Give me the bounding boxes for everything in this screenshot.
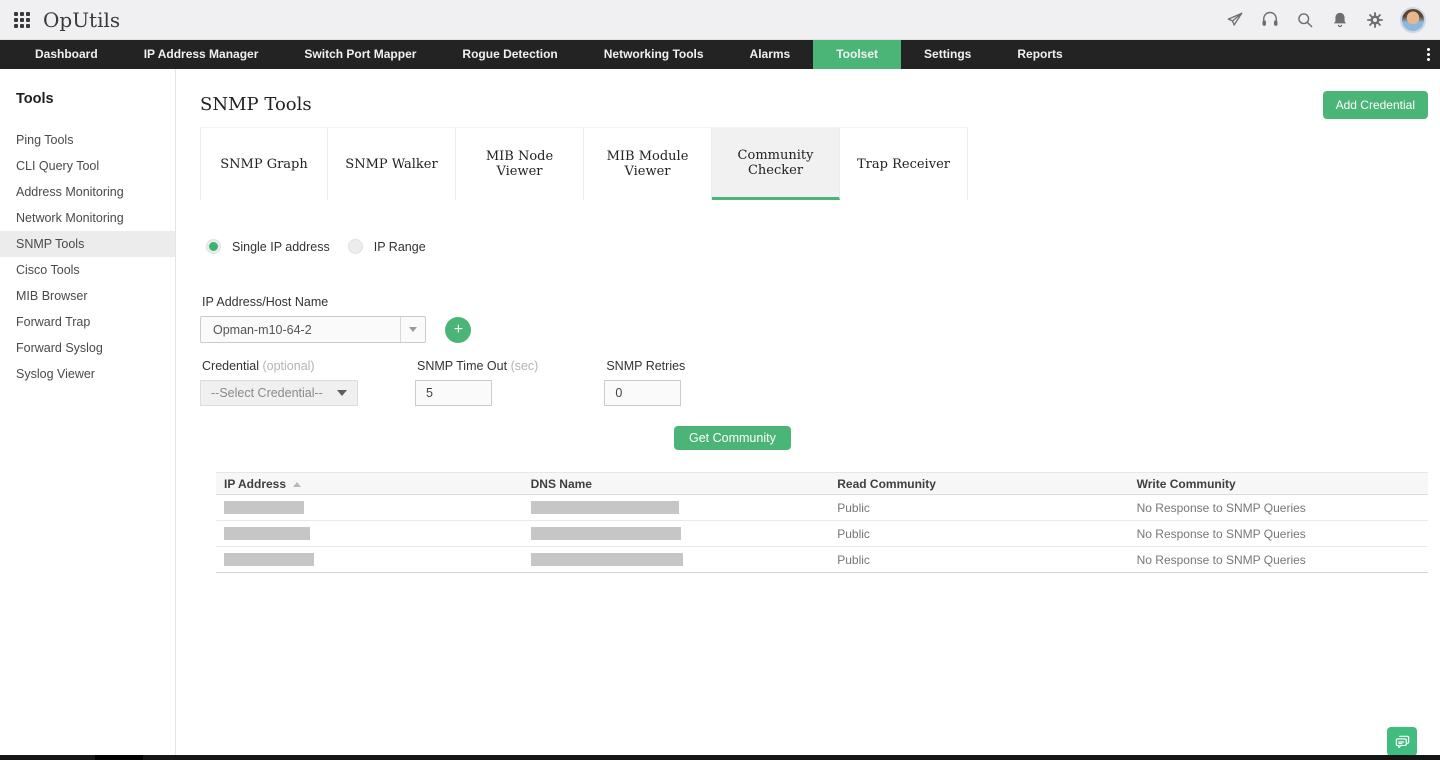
tools-sidebar: Tools Ping Tools CLI Query Tool Address … bbox=[0, 69, 176, 755]
table-row[interactable]: Public No Response to SNMP Queries bbox=[216, 547, 1428, 573]
sidebar-item-cli-query-tool[interactable]: CLI Query Tool bbox=[0, 153, 175, 179]
ip-address-field-group: IP Address/Host Name Opman-m10-64-2 + bbox=[200, 295, 1428, 343]
tab-snmp-walker[interactable]: SNMP Walker bbox=[328, 127, 456, 200]
read-community-cell: Public bbox=[837, 500, 870, 515]
ip-mode-radio-group: Single IP address IP Range bbox=[200, 239, 1428, 254]
gear-icon[interactable] bbox=[1365, 10, 1385, 30]
redacted-dns-value bbox=[530, 553, 683, 566]
chevron-down-icon bbox=[337, 390, 347, 396]
main-nav: Dashboard IP Address Manager Switch Port… bbox=[0, 40, 1440, 69]
nav-item-rogue-detection[interactable]: Rogue Detection bbox=[439, 40, 580, 69]
user-avatar[interactable] bbox=[1400, 6, 1426, 33]
nav-item-reports[interactable]: Reports bbox=[994, 40, 1085, 69]
nav-item-toolset[interactable]: Toolset bbox=[813, 40, 902, 69]
snmp-settings-row: Credential (optional) --Select Credentia… bbox=[200, 359, 1428, 406]
search-icon[interactable] bbox=[1295, 10, 1315, 30]
redacted-ip-value bbox=[224, 527, 310, 540]
tab-snmp-graph[interactable]: SNMP Graph bbox=[200, 127, 328, 200]
read-community-cell: Public bbox=[837, 552, 870, 567]
redacted-ip-value bbox=[224, 553, 314, 566]
ip-address-combobox[interactable]: Opman-m10-64-2 bbox=[200, 316, 426, 343]
read-community-cell: Public bbox=[837, 526, 870, 541]
app-logo: OpUtils bbox=[43, 7, 121, 32]
column-header-ip-address[interactable]: IP Address bbox=[216, 477, 523, 491]
column-header-dns-name[interactable]: DNS Name bbox=[523, 477, 830, 491]
sidebar-item-forward-trap[interactable]: Forward Trap bbox=[0, 309, 175, 335]
credential-field-group: Credential (optional) --Select Credentia… bbox=[200, 359, 358, 406]
column-header-write-community[interactable]: Write Community bbox=[1129, 477, 1428, 491]
app-launcher-icon[interactable] bbox=[14, 11, 30, 28]
tab-mib-node-viewer[interactable]: MIB Node Viewer bbox=[456, 127, 584, 200]
content: Tools Ping Tools CLI Query Tool Address … bbox=[0, 69, 1440, 755]
retries-label: SNMP Retries bbox=[606, 359, 686, 373]
redacted-dns-value bbox=[530, 501, 679, 514]
write-community-cell: No Response to SNMP Queries bbox=[1136, 526, 1306, 541]
tab-trap-receiver[interactable]: Trap Receiver bbox=[840, 127, 968, 200]
sort-asc-icon bbox=[293, 481, 302, 487]
redacted-dns-value bbox=[530, 527, 681, 540]
timeout-field-group: SNMP Time Out (sec) 5 bbox=[415, 359, 538, 406]
sidebar-item-address-monitoring[interactable]: Address Monitoring bbox=[0, 179, 175, 205]
add-credential-button[interactable]: Add Credential bbox=[1322, 90, 1428, 119]
timeout-label: SNMP Time Out (sec) bbox=[417, 359, 539, 373]
snmp-retries-input[interactable]: 0 bbox=[604, 380, 682, 406]
rocket-icon[interactable] bbox=[1225, 10, 1245, 30]
nav-item-networking-tools[interactable]: Networking Tools bbox=[581, 40, 727, 69]
sidebar-item-syslog-viewer[interactable]: Syslog Viewer bbox=[0, 361, 175, 387]
tab-mib-module-viewer[interactable]: MIB Module Viewer bbox=[584, 127, 712, 200]
oputils-app: OpUtils Dashboard IP Address Manager Swi… bbox=[0, 0, 1440, 760]
snmp-tools-tabs: SNMP Graph SNMP Walker MIB Node Viewer M… bbox=[200, 127, 1428, 200]
retries-field-group: SNMP Retries 0 bbox=[604, 359, 685, 406]
redacted-ip-value bbox=[224, 501, 304, 514]
write-community-cell: No Response to SNMP Queries bbox=[1136, 500, 1306, 515]
topbar-actions bbox=[1225, 6, 1426, 33]
horizontal-scrollbar[interactable] bbox=[0, 755, 1440, 760]
table-row[interactable]: Public No Response to SNMP Queries bbox=[216, 495, 1428, 521]
nav-item-switch-port-mapper[interactable]: Switch Port Mapper bbox=[281, 40, 439, 69]
single-ip-radio-label[interactable]: Single IP address bbox=[232, 240, 330, 254]
sidebar-item-forward-syslog[interactable]: Forward Syslog bbox=[0, 335, 175, 361]
main-panel: SNMP Tools Add Credential SNMP Graph SNM… bbox=[176, 69, 1440, 755]
nav-item-settings[interactable]: Settings bbox=[901, 40, 994, 69]
add-ip-button[interactable]: + bbox=[445, 316, 472, 343]
ip-range-radio[interactable] bbox=[347, 239, 363, 254]
sidebar-item-network-monitoring[interactable]: Network Monitoring bbox=[0, 205, 175, 231]
ip-address-label: IP Address/Host Name bbox=[202, 295, 329, 309]
bell-icon[interactable] bbox=[1330, 10, 1350, 30]
credential-select[interactable]: --Select Credential-- bbox=[200, 380, 358, 406]
sidebar-title: Tools bbox=[16, 91, 54, 107]
ip-range-radio-label[interactable]: IP Range bbox=[374, 240, 426, 254]
sidebar-item-ping-tools[interactable]: Ping Tools bbox=[0, 127, 175, 153]
topbar: OpUtils bbox=[0, 0, 1440, 40]
get-community-button[interactable]: Get Community bbox=[674, 426, 791, 450]
headset-icon[interactable] bbox=[1260, 10, 1280, 30]
tab-community-checker[interactable]: Community Checker bbox=[712, 127, 840, 200]
ip-address-value[interactable]: Opman-m10-64-2 bbox=[201, 323, 400, 337]
sidebar-item-cisco-tools[interactable]: Cisco Tools bbox=[0, 257, 175, 283]
table-header-row: IP Address DNS Name Read Community Write… bbox=[216, 472, 1428, 495]
column-header-read-community[interactable]: Read Community bbox=[829, 477, 1128, 491]
page-title: SNMP Tools bbox=[200, 94, 312, 115]
main-header: SNMP Tools Add Credential bbox=[200, 90, 1428, 119]
write-community-cell: No Response to SNMP Queries bbox=[1136, 552, 1306, 567]
chevron-down-icon[interactable] bbox=[400, 317, 425, 342]
credential-label: Credential (optional) bbox=[202, 359, 315, 373]
kebab-menu-icon[interactable] bbox=[1421, 40, 1435, 69]
chat-bubbles-icon[interactable] bbox=[1387, 727, 1417, 756]
table-row[interactable]: Public No Response to SNMP Queries bbox=[216, 521, 1428, 547]
single-ip-radio[interactable] bbox=[206, 239, 221, 254]
snmp-timeout-input[interactable]: 5 bbox=[415, 380, 492, 406]
sidebar-item-mib-browser[interactable]: MIB Browser bbox=[0, 283, 175, 309]
nav-item-alarms[interactable]: Alarms bbox=[727, 40, 814, 69]
credential-select-value: --Select Credential-- bbox=[211, 386, 323, 400]
sidebar-item-snmp-tools[interactable]: SNMP Tools bbox=[0, 231, 175, 257]
community-results-table: IP Address DNS Name Read Community Write… bbox=[216, 472, 1428, 573]
nav-item-dashboard[interactable]: Dashboard bbox=[12, 40, 121, 69]
nav-item-ip-address-manager[interactable]: IP Address Manager bbox=[121, 40, 282, 69]
